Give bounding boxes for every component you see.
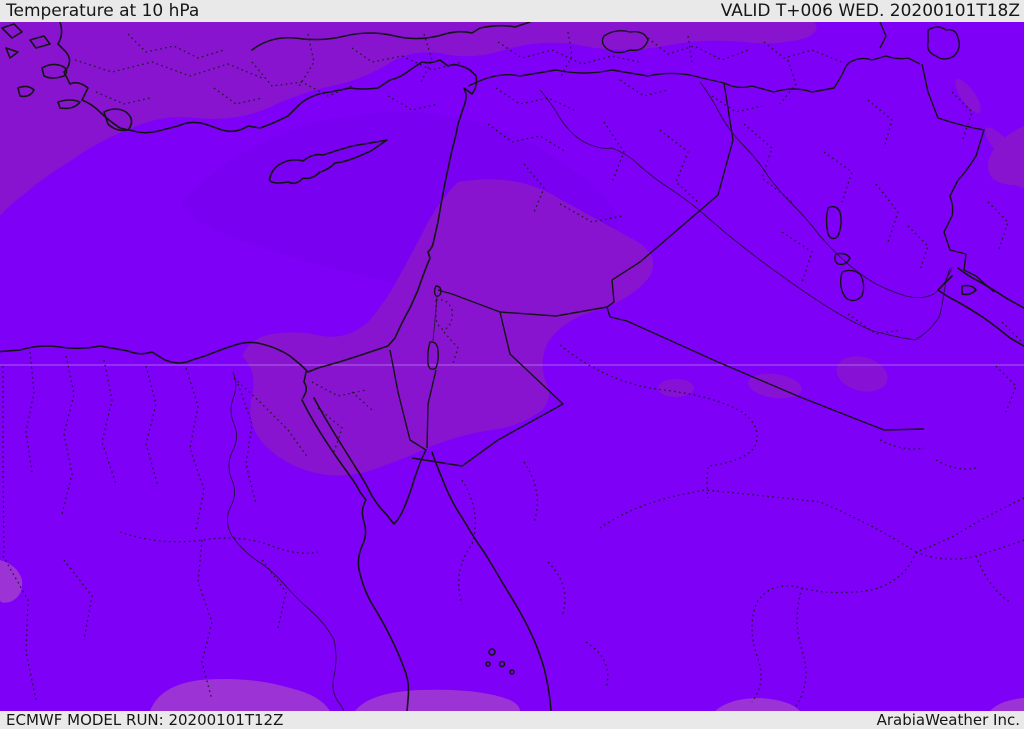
map-canvas — [0, 22, 1024, 711]
mid-patch — [658, 379, 694, 397]
credit-label: ArabiaWeather Inc. — [876, 711, 1020, 729]
header-bar: Temperature at 10 hPa VALID T+006 WED. 2… — [0, 0, 1024, 22]
footer-bar: ECMWF MODEL RUN: 20200101T12Z ArabiaWeat… — [0, 711, 1024, 729]
forecast-map — [0, 22, 1024, 711]
map-title: Temperature at 10 hPa — [6, 1, 200, 21]
weather-map-app: Temperature at 10 hPa VALID T+006 WED. 2… — [0, 0, 1024, 729]
model-run-label: ECMWF MODEL RUN: 20200101T12Z — [6, 711, 284, 729]
valid-time-label: VALID T+006 WED. 20200101T18Z — [720, 1, 1020, 21]
